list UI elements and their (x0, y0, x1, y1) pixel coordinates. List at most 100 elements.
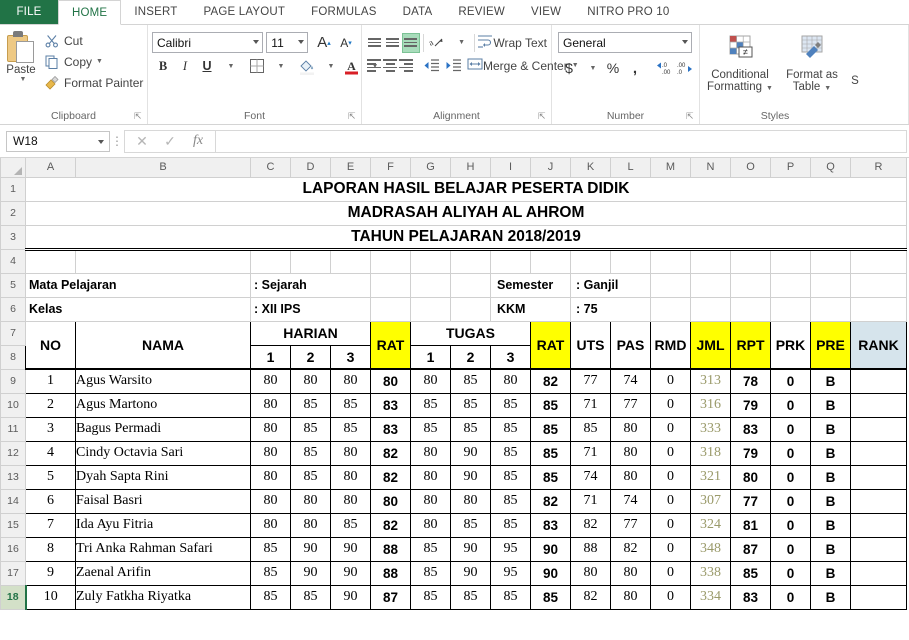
cell-rpt-row7[interactable]: 81 (730, 512, 771, 538)
column-header-I[interactable]: I (490, 158, 531, 178)
cell-hrat-row5[interactable]: 82 (370, 464, 411, 490)
cell-O4[interactable] (730, 248, 771, 274)
column-header-N[interactable]: N (690, 158, 731, 178)
cell-M4[interactable] (650, 248, 691, 274)
name-box[interactable]: W18 (6, 130, 110, 152)
row-header-18[interactable]: 18 (0, 584, 27, 610)
copy-button[interactable]: Copy ▼ (42, 51, 143, 72)
cell-rpt-row3[interactable]: 83 (730, 416, 771, 442)
cell-uts-row6[interactable]: 71 (570, 488, 611, 514)
cell-uts-row2[interactable]: 71 (570, 392, 611, 418)
tab-home[interactable]: HOME (58, 0, 122, 25)
cell-O5[interactable] (730, 272, 771, 298)
cell-uts-row5[interactable]: 74 (570, 464, 611, 490)
alignment-dialog-launcher-icon[interactable]: ⇱ (538, 112, 547, 121)
cell-t3-row3[interactable]: 85 (490, 416, 531, 442)
cell-h1-row4[interactable]: 80 (250, 440, 291, 466)
cell-D4[interactable] (290, 248, 331, 274)
cell-jml-row8[interactable]: 348 (690, 536, 731, 562)
cell-rpt-row2[interactable]: 79 (730, 392, 771, 418)
cell-jml-row3[interactable]: 333 (690, 416, 731, 442)
cell-hrat-row7[interactable]: 82 (370, 512, 411, 538)
tab-data[interactable]: DATA (390, 0, 446, 24)
row-header-6[interactable]: 6 (0, 296, 26, 322)
cell-E4[interactable] (330, 248, 371, 274)
font-color-button[interactable]: A (340, 55, 362, 77)
column-header-Q[interactable]: Q (810, 158, 851, 178)
cell-pas-row4[interactable]: 80 (610, 440, 651, 466)
cell-t1-row7[interactable]: 80 (410, 512, 451, 538)
cell-trat-row1[interactable]: 82 (530, 368, 571, 394)
cell-pre-row8[interactable]: B (810, 536, 851, 562)
cell-rank-row8[interactable] (850, 536, 907, 562)
cell-prk-row2[interactable]: 0 (770, 392, 811, 418)
format-as-table-button[interactable]: Format as Table ▼ (776, 32, 848, 95)
cell-jml-row2[interactable]: 316 (690, 392, 731, 418)
cell-t3-row5[interactable]: 85 (490, 464, 531, 490)
cell-trat-row8[interactable]: 90 (530, 536, 571, 562)
row-header-5[interactable]: 5 (0, 272, 26, 298)
tab-view[interactable]: VIEW (518, 0, 574, 24)
decrease-decimal-button[interactable]: .00.0 (674, 57, 696, 79)
fill-color-dropdown[interactable]: ▼ (318, 55, 340, 77)
underline-dropdown[interactable]: ▼ (218, 55, 240, 77)
cell-t3-row2[interactable]: 85 (490, 392, 531, 418)
cell-t3-row8[interactable]: 95 (490, 536, 531, 562)
cell-h3-row3[interactable]: 85 (330, 416, 371, 442)
cell-hrat-row2[interactable]: 83 (370, 392, 411, 418)
cell-pre-row6[interactable]: B (810, 488, 851, 514)
conditional-formatting-button[interactable]: ≠ Conditional Formatting ▼ (704, 32, 776, 95)
font-size-input[interactable]: 11 (266, 32, 308, 53)
cell-h2-row4[interactable]: 85 (290, 440, 331, 466)
cell-H4[interactable] (450, 248, 491, 274)
decrease-indent-button[interactable] (420, 55, 442, 77)
cell-t2-row7[interactable]: 85 (450, 512, 491, 538)
cell-h1-row2[interactable]: 80 (250, 392, 291, 418)
cell-styles-button[interactable]: S (848, 41, 862, 87)
cell-no-row5[interactable]: 5 (25, 464, 76, 490)
cancel-edit-button[interactable]: ✕ (129, 133, 155, 150)
cell-rank-row4[interactable] (850, 440, 907, 466)
cell-A6[interactable]: Kelas (25, 296, 251, 322)
column-header-J[interactable]: J (530, 158, 571, 178)
cell-P4[interactable] (770, 248, 811, 274)
confirm-edit-button[interactable]: ✓ (157, 133, 183, 150)
column-header-H[interactable]: H (450, 158, 491, 178)
cell-uts-row4[interactable]: 71 (570, 440, 611, 466)
cell-pre-row4[interactable]: B (810, 440, 851, 466)
cell-M6[interactable] (650, 296, 691, 322)
cell-t3-row9[interactable]: 95 (490, 560, 531, 586)
chevron-down-icon[interactable]: ▼ (20, 76, 27, 83)
cell-nama-row8[interactable]: Tri Anka Rahman Safari (75, 536, 251, 562)
cell-C6[interactable]: : XII IPS (250, 296, 371, 322)
row-header-16[interactable]: 16 (0, 536, 26, 562)
cell-nama-row6[interactable]: Faisal Basri (75, 488, 251, 514)
cell-jml-row6[interactable]: 307 (690, 488, 731, 514)
align-bottom-button[interactable] (401, 32, 420, 53)
cell-I6[interactable]: KKM (490, 296, 571, 322)
align-center-button[interactable] (382, 56, 398, 76)
column-header-L[interactable]: L (610, 158, 651, 178)
cell-R4[interactable] (850, 248, 907, 274)
cell-pre-row7[interactable]: B (810, 512, 851, 538)
formula-input[interactable] (215, 129, 907, 153)
cell-uts-row1[interactable]: 77 (570, 368, 611, 394)
tab-review[interactable]: REVIEW (445, 0, 518, 24)
cell-pre-row2[interactable]: B (810, 392, 851, 418)
cell-t1-row1[interactable]: 80 (410, 368, 451, 394)
cell-h1-row10[interactable]: 85 (250, 584, 291, 610)
row-header-9[interactable]: 9 (0, 368, 26, 394)
cell-h1-row6[interactable]: 80 (250, 488, 291, 514)
align-left-button[interactable] (366, 56, 382, 76)
cell-rpt-row4[interactable]: 79 (730, 440, 771, 466)
cell-pas-row9[interactable]: 80 (610, 560, 651, 586)
cell-h2-row9[interactable]: 90 (290, 560, 331, 586)
chevron-down-icon[interactable] (253, 40, 260, 44)
cell-trat-row5[interactable]: 85 (530, 464, 571, 490)
wrap-text-button[interactable]: Wrap Text (477, 31, 547, 55)
bold-button[interactable]: B (152, 55, 174, 77)
column-header-M[interactable]: M (650, 158, 691, 178)
cell-rpt-row8[interactable]: 87 (730, 536, 771, 562)
clipboard-dialog-launcher-icon[interactable]: ⇱ (134, 112, 143, 121)
cell-no-row2[interactable]: 2 (25, 392, 76, 418)
